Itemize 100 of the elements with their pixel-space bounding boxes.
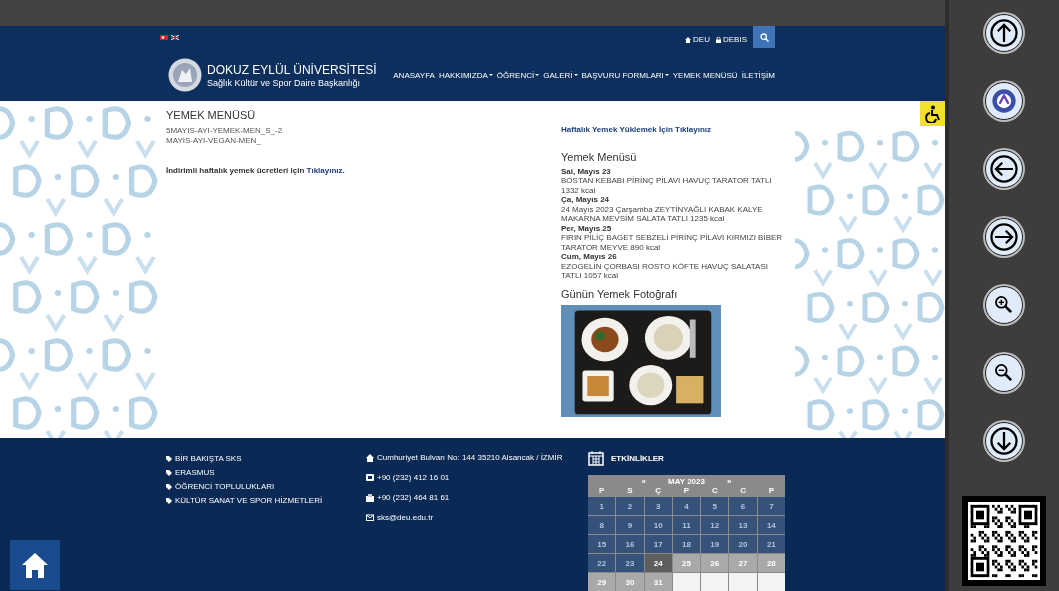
calendar-day[interactable]: 27 <box>729 554 757 572</box>
notice-link[interactable]: Tıklayınız. <box>306 166 345 175</box>
next-month-button[interactable]: » <box>726 477 732 486</box>
weekday-label: P <box>597 486 606 496</box>
calendar-day[interactable]: 11 <box>672 516 701 534</box>
university-seal-icon <box>168 58 202 93</box>
calendar-day[interactable]: 19 <box>701 535 729 553</box>
calendar-day[interactable]: 16 <box>616 535 644 553</box>
arrow-down-icon <box>987 424 1021 458</box>
weekday-label: P <box>682 486 691 496</box>
calendar-day[interactable]: 30 <box>616 573 644 591</box>
prev-month-button[interactable]: « <box>641 477 647 486</box>
home-button[interactable] <box>10 540 60 590</box>
site-subtitle: Sağlık Kültür ve Spor Daire Başkanlığı <box>207 77 362 88</box>
calendar-day[interactable]: 9 <box>616 516 644 534</box>
calendar-day[interactable]: 22 <box>588 554 616 572</box>
nav-item[interactable]: GALERİ <box>543 70 578 80</box>
upload-link[interactable]: Haftalık Yemek Yüklemek İçin Tıklayınız <box>561 125 789 135</box>
top-link[interactable]: DEU <box>685 35 710 45</box>
calendar-day[interactable]: 7 <box>757 497 785 515</box>
calendar-day[interactable]: 12 <box>701 516 729 534</box>
calendar-day[interactable]: 25 <box>672 554 701 572</box>
nav-item[interactable]: BAŞVURU FORMLARI <box>581 70 669 80</box>
calendar-day[interactable]: 6 <box>729 497 757 515</box>
calendar-day[interactable]: 18 <box>672 535 701 553</box>
tool-button[interactable] <box>985 286 1023 324</box>
lock-icon <box>716 36 721 43</box>
home-icon <box>20 550 50 580</box>
nav-item[interactable]: İLETİŞİM <box>741 70 775 80</box>
calendar-day[interactable]: 31 <box>644 573 672 591</box>
tool-button[interactable] <box>985 218 1023 256</box>
home-icon <box>366 453 374 462</box>
search-icon <box>759 32 769 42</box>
weekday-label: S <box>626 486 634 496</box>
tool-button[interactable] <box>985 82 1023 120</box>
calendar-day[interactable]: 26 <box>701 554 729 572</box>
contact-text: +90 (232) 464 81 61 <box>377 493 450 502</box>
nav-item[interactable]: ÖĞRENCİ <box>496 70 540 80</box>
calendar-day[interactable]: 24 <box>644 554 672 572</box>
menu-items: FIRIN PİLİÇ BAGET SEBZELİ PİRİNÇ PİLAVI KIRMIZI BİBER TARATOR MEYVE 890 kcal <box>561 233 784 252</box>
envelope-icon <box>366 513 374 522</box>
contact-text: +90 (232) 412 16 01 <box>377 473 450 482</box>
page-heading: YEMEK MENÜSÜ <box>166 109 257 121</box>
menu-heading: Yemek Menüsü <box>561 150 638 164</box>
footer-link[interactable]: ÖĞRENCİ TOPLULUKLARI <box>166 482 366 491</box>
calendar-day[interactable]: 20 <box>729 535 757 553</box>
calendar-day[interactable]: 3 <box>644 497 672 515</box>
nav-item[interactable]: HAKKIMIZDA <box>438 70 493 80</box>
tool-button[interactable] <box>985 150 1023 188</box>
footer-link[interactable]: ERASMUS <box>166 468 366 477</box>
events-heading: ETKİNLİKLER <box>611 453 664 463</box>
menu-date: Per, Mayıs 25 <box>561 223 613 233</box>
printer-icon <box>366 493 374 502</box>
weekday-label: Ç <box>654 486 663 496</box>
menu-items: 24 Mayıs 2023 Çarşamba ZEYTİNYAĞLI KABAK KALYE MAKARNA MEVSİM SALATA TATLI 1235 kcal <box>561 204 764 224</box>
notice-text: İndirimli haftalık yemek ücretleri için Tıklayınız. <box>166 166 346 175</box>
calendar-day[interactable] <box>672 573 701 591</box>
nav-item[interactable]: ANASAYFA <box>393 70 435 80</box>
calendar-day[interactable]: 14 <box>757 516 785 534</box>
weekday-label: C <box>710 486 719 496</box>
footer-link[interactable]: KÜLTÜR SANAT VE SPOR HİZMETLERİ <box>166 496 366 505</box>
weekday-label: P <box>767 486 775 496</box>
arrow-left-icon <box>987 152 1021 186</box>
footer-link[interactable]: BİR BAKIŞTA SKS <box>166 454 366 463</box>
nav-item[interactable]: YEMEK MENÜSÜ <box>672 70 738 80</box>
calendar-day[interactable]: 4 <box>672 497 701 515</box>
calendar-day[interactable]: 29 <box>588 573 616 591</box>
calendar-day[interactable]: 1 <box>588 497 616 515</box>
calendar-day[interactable] <box>701 573 729 591</box>
calendar-day[interactable]: 10 <box>644 516 672 534</box>
home-icon <box>685 36 692 43</box>
calendar-day[interactable]: 21 <box>757 535 785 553</box>
wheelchair-icon <box>923 104 942 123</box>
phone-icon <box>366 473 374 482</box>
calendar-day[interactable]: 8 <box>588 516 616 534</box>
calendar-day[interactable] <box>757 573 785 591</box>
calendar-day[interactable]: 17 <box>644 535 672 553</box>
arrow-right-icon <box>987 220 1021 254</box>
qr-code-icon <box>968 502 1040 580</box>
accessibility-button[interactable] <box>920 101 945 126</box>
tool-button[interactable] <box>985 422 1023 460</box>
file-link[interactable]: 5MAYIS-AYI-YEMEK-MEN_S_-2 <box>166 126 561 136</box>
flag-icon[interactable] <box>171 35 179 41</box>
contact-text: sks@deu.edu.tr <box>377 513 434 522</box>
calendar-day[interactable]: 5 <box>701 497 729 515</box>
menu-date: Sal, Mayıs 23 <box>561 166 612 176</box>
calendar-day[interactable]: 13 <box>729 516 757 534</box>
menu-date: Ça, Mayıs 24 <box>561 195 611 205</box>
weekday-label: C <box>739 486 747 496</box>
calendar-day[interactable]: 15 <box>588 535 616 553</box>
flag-icon[interactable] <box>160 35 168 41</box>
calendar-day[interactable]: 2 <box>616 497 644 515</box>
calendar-day[interactable]: 28 <box>757 554 785 572</box>
search-button[interactable] <box>753 26 775 49</box>
top-link[interactable]: DEBIS <box>716 35 747 45</box>
tool-button[interactable] <box>985 14 1023 52</box>
calendar-day[interactable]: 23 <box>616 554 644 572</box>
menu-items: BOSTAN KEBABI PİRİNÇ PİLAVI HAVUÇ TARATOR TATLI 1332 kcal <box>561 176 773 195</box>
file-link[interactable]: MAYIS-AYI-VEGAN-MEN_ <box>166 136 561 146</box>
tool-button[interactable] <box>985 354 1023 392</box>
